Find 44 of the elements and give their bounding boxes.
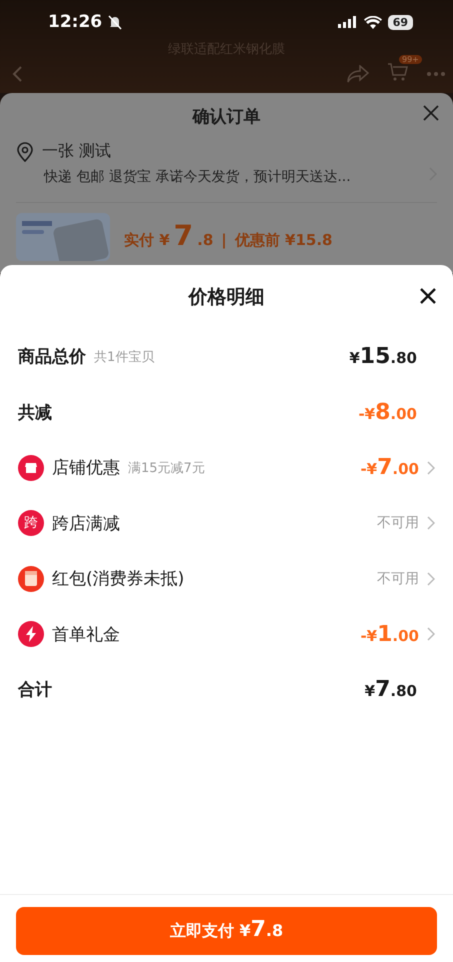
separator-text: |: [221, 231, 227, 249]
row-label: 店铺优惠: [52, 457, 120, 480]
status-time: 12:26: [48, 12, 102, 32]
lightning-icon: [18, 621, 44, 648]
delivery-info: 快递 包邮 退货宝 承诺今天发货，预计明天送达...: [44, 168, 351, 186]
location-pin-icon: [16, 142, 34, 162]
address-name: 一张 测试: [42, 141, 112, 162]
unavailable-text: 不可用: [377, 514, 419, 532]
badge-icon: 跨: [18, 510, 44, 536]
price-amount: -¥1.00: [360, 622, 419, 647]
row-label: 商品总价: [18, 346, 86, 368]
row-label: 首单礼金: [52, 624, 120, 646]
chevron-right-icon: [427, 572, 435, 586]
pay-button[interactable]: 立即支付 ¥7.8: [16, 907, 437, 955]
wifi-icon: [364, 16, 382, 28]
close-button[interactable]: [419, 287, 437, 305]
row-note: 满15元减7元: [128, 460, 205, 477]
price-amount: -¥7.00: [360, 455, 419, 480]
battery-icon: 69: [388, 14, 413, 30]
cart-badge: 99+: [399, 55, 422, 64]
close-icon[interactable]: [423, 105, 439, 121]
row-note: 共1件宝贝: [94, 348, 154, 366]
sheet-title: 确认订单: [192, 106, 260, 128]
envelope-icon: [18, 566, 44, 592]
sheet-title: 价格明细: [188, 285, 264, 310]
price-amount: ¥7.80: [364, 677, 417, 702]
paid-price: 实付 ¥7.8 | 优惠前 ¥15.8: [124, 219, 332, 254]
signal-icon: [338, 16, 358, 28]
chevron-right-icon: [427, 627, 435, 642]
more-icon[interactable]: [427, 72, 445, 76]
unavailable-text: 不可用: [377, 570, 419, 588]
price-amount: -¥8.00: [358, 400, 417, 425]
cart-icon[interactable]: [387, 62, 409, 82]
back-icon[interactable]: [12, 66, 22, 82]
chevron-right-icon: [427, 516, 435, 530]
chevron-right-icon: [427, 460, 435, 475]
store-icon: [18, 454, 44, 481]
row-label: 合计: [18, 679, 52, 702]
row-label: 共减: [18, 402, 52, 424]
row-label: 跨店满减: [52, 512, 120, 535]
price-amount: ¥15.80: [349, 344, 417, 370]
row-label: 红包(消费券未抵): [52, 568, 184, 590]
bell-muted-icon: [108, 14, 122, 30]
share-icon[interactable]: [347, 65, 369, 83]
